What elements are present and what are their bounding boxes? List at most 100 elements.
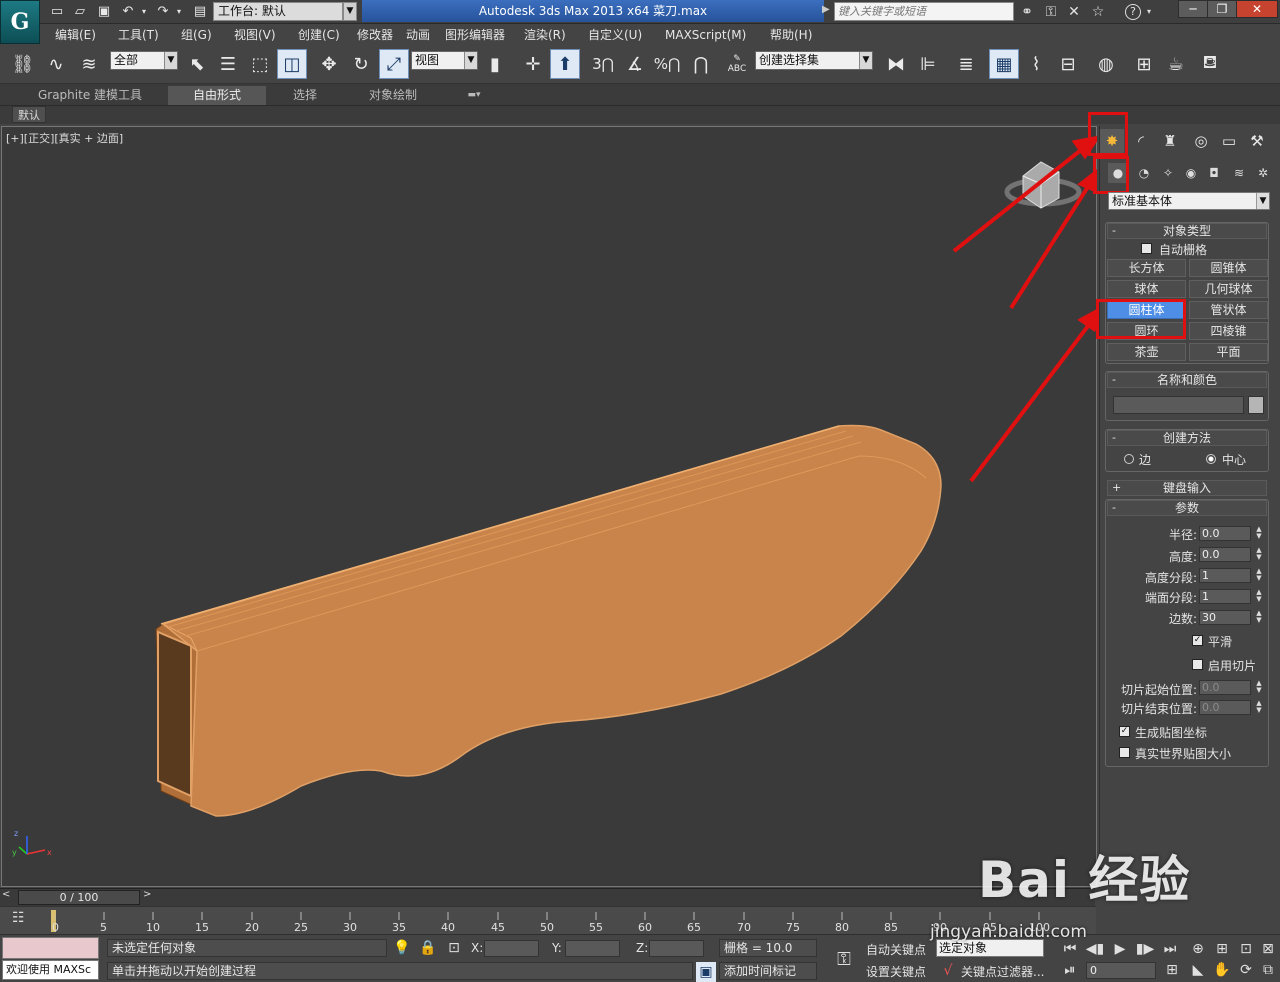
redo-dropdown-icon[interactable]: ▾ bbox=[174, 2, 184, 21]
menu-views[interactable]: 视图(V) bbox=[234, 27, 276, 43]
help-icon[interactable]: ? bbox=[1122, 2, 1144, 21]
select-manipulate-icon[interactable]: ✛ bbox=[518, 49, 548, 79]
auto-key-button[interactable]: 自动关键点 bbox=[866, 941, 926, 958]
pyramid-button[interactable]: 四棱锥 bbox=[1189, 322, 1268, 340]
menu-create[interactable]: 创建(C) bbox=[298, 27, 340, 43]
menu-rendering[interactable]: 渲染(R) bbox=[524, 27, 566, 43]
cone-button[interactable]: 圆锥体 bbox=[1189, 259, 1268, 277]
cameras-icon[interactable]: ◉ bbox=[1181, 163, 1201, 183]
menu-customize[interactable]: 自定义(U) bbox=[588, 27, 642, 43]
select-and-move-icon[interactable]: ✥ bbox=[314, 49, 344, 79]
height-segments-spinner[interactable]: 1 bbox=[1199, 568, 1251, 583]
plane-button[interactable]: 平面 bbox=[1189, 343, 1268, 361]
undo-icon[interactable]: ↶ bbox=[118, 2, 138, 21]
layer-manager-icon[interactable]: ≣ bbox=[951, 49, 981, 79]
key-filters-icon[interactable]: √ bbox=[938, 961, 958, 981]
object-name-input[interactable] bbox=[1113, 396, 1244, 414]
workspace-dropdown[interactable]: 工作台: 默认 bbox=[213, 2, 343, 21]
open-file-icon[interactable]: ▱ bbox=[70, 2, 90, 21]
time-configuration-icon[interactable]: ⊞ bbox=[1162, 960, 1182, 980]
geometry-category-dropdown[interactable]: 标准基本体 ▼ bbox=[1108, 192, 1270, 210]
menu-animation[interactable]: 动画 bbox=[406, 27, 430, 43]
sides-spinner[interactable]: 30 bbox=[1199, 610, 1251, 625]
spinner-snap-icon[interactable]: ⋂ bbox=[686, 49, 716, 79]
height-spinner-arrows[interactable]: ▲ ▼ bbox=[1254, 547, 1264, 562]
lock-selection-icon[interactable]: 🔒 bbox=[418, 938, 438, 958]
app-logo-button[interactable]: G bbox=[0, 0, 40, 44]
menu-help[interactable]: 帮助(H) bbox=[770, 27, 812, 43]
name-color-header[interactable]: - 名称和颜色 bbox=[1107, 372, 1267, 388]
edit-named-selection-icon[interactable]: ✎ ABC bbox=[722, 49, 752, 79]
rendered-frame-window-icon[interactable]: ☕ bbox=[1161, 49, 1191, 79]
key-mode-toggle-icon[interactable]: ⏯ bbox=[1060, 960, 1080, 980]
maxscript-listener-input[interactable] bbox=[2, 937, 99, 959]
select-and-link-icon[interactable]: ⛓ bbox=[8, 49, 38, 79]
field-of-view-icon[interactable]: ◣ bbox=[1188, 960, 1208, 980]
maximize-button[interactable]: ❐ bbox=[1207, 0, 1237, 18]
time-tag-icon[interactable]: ▣ bbox=[696, 962, 716, 982]
cap-segments-spinner[interactable]: 1 bbox=[1199, 589, 1251, 604]
ribbon-default-button[interactable]: 默认 bbox=[12, 106, 46, 123]
utilities-tab-icon[interactable]: ⚒ bbox=[1245, 129, 1269, 153]
tab-freeform[interactable]: 自由形式 bbox=[168, 86, 266, 105]
tab-graphite-modeling[interactable]: Graphite 建模工具 bbox=[24, 86, 156, 105]
tab-object-paint[interactable]: 对象绘制 bbox=[355, 86, 431, 105]
orbit-icon[interactable]: ⟳ bbox=[1236, 960, 1256, 980]
snaps-toggle-icon[interactable]: 3 ⋂ bbox=[588, 49, 618, 79]
key-filters-button[interactable]: 关键点过滤器... bbox=[961, 963, 1044, 980]
zoom-all-icon[interactable]: ⊞ bbox=[1212, 939, 1232, 959]
next-frame-arrow-icon[interactable]: > bbox=[143, 889, 157, 905]
schematic-view-icon[interactable]: ⊟ bbox=[1053, 49, 1083, 79]
select-by-name-icon[interactable]: ☰ bbox=[213, 49, 243, 79]
selection-filter-dropdown[interactable]: 全部 ▼ bbox=[110, 51, 178, 70]
shapes-icon[interactable]: ◔ bbox=[1134, 163, 1154, 183]
generate-mapping-checkbox[interactable]: ✓ bbox=[1119, 726, 1130, 737]
menu-modifiers[interactable]: 修改器 bbox=[357, 27, 393, 43]
absolute-transform-icon[interactable]: ⊡ bbox=[444, 938, 464, 958]
binoculars-icon[interactable]: ⚭ bbox=[1016, 2, 1038, 21]
menu-maxscript[interactable]: MAXScript(M) bbox=[665, 27, 746, 43]
material-editor-icon[interactable]: ◍ bbox=[1091, 49, 1121, 79]
undo-dropdown-icon[interactable]: ▾ bbox=[139, 2, 149, 21]
key-icon[interactable]: ⚿ bbox=[1040, 2, 1062, 21]
menu-edit[interactable]: 编辑(E) bbox=[55, 27, 96, 43]
search-input[interactable]: 键入关键字或短语 bbox=[834, 2, 1014, 21]
radius-spinner[interactable]: 0.0 bbox=[1199, 526, 1251, 541]
search-expand-icon[interactable]: ▶ bbox=[822, 4, 832, 18]
object-color-swatch[interactable] bbox=[1248, 396, 1264, 414]
named-selection-dropdown[interactable]: 创建选择集 ▼ bbox=[755, 51, 873, 70]
x-coord-field[interactable] bbox=[484, 940, 539, 957]
select-and-rotate-icon[interactable]: ↻ bbox=[346, 49, 376, 79]
tube-button[interactable]: 管状体 bbox=[1189, 301, 1268, 319]
height-segments-spinner-arrows[interactable]: ▲ ▼ bbox=[1254, 568, 1264, 583]
y-coord-field[interactable] bbox=[565, 940, 620, 957]
angle-snap-icon[interactable]: ∡ bbox=[620, 49, 650, 79]
maximize-viewport-icon[interactable]: ⧉ bbox=[1258, 960, 1278, 980]
unlink-icon[interactable]: ∿ bbox=[41, 49, 71, 79]
previous-frame-icon[interactable]: ◀▮ bbox=[1085, 939, 1105, 959]
graphite-ribbon-icon[interactable]: ▦ bbox=[989, 49, 1019, 79]
align-icon[interactable]: ⊫ bbox=[913, 49, 943, 79]
motion-tab-icon[interactable]: ◎ bbox=[1189, 129, 1213, 153]
help-dropdown-icon[interactable]: ▾ bbox=[1144, 2, 1154, 21]
modify-tab-icon[interactable]: ◜ bbox=[1129, 129, 1153, 153]
height-spinner[interactable]: 0.0 bbox=[1199, 547, 1251, 562]
chevron-down-icon[interactable]: ▼ bbox=[343, 2, 357, 21]
minimize-button[interactable]: ─ bbox=[1178, 0, 1208, 18]
menu-tools[interactable]: 工具(T) bbox=[118, 27, 159, 43]
creation-method-header[interactable]: - 创建方法 bbox=[1107, 430, 1267, 446]
maxscript-welcome[interactable]: 欢迎使用 MAXSc bbox=[2, 960, 99, 980]
cap-segments-spinner-arrows[interactable]: ▲ ▼ bbox=[1254, 589, 1264, 604]
set-key-button[interactable]: 设置关键点 bbox=[866, 963, 926, 980]
slice-to-spinner[interactable]: 0.0 bbox=[1199, 700, 1251, 715]
slice-on-checkbox[interactable] bbox=[1192, 659, 1203, 670]
menu-graph-editors[interactable]: 图形编辑器 bbox=[445, 27, 505, 43]
render-setup-icon[interactable]: ⊞ bbox=[1129, 49, 1159, 79]
slice-from-spinner-arrows[interactable]: ▲ ▼ bbox=[1254, 680, 1264, 695]
smooth-checkbox[interactable]: ✓ bbox=[1192, 635, 1203, 646]
select-object-icon[interactable]: ⬉ bbox=[182, 49, 212, 79]
pivot-center-icon[interactable]: ▮ bbox=[480, 49, 510, 79]
sphere-button[interactable]: 球体 bbox=[1107, 280, 1186, 298]
bind-space-warp-icon[interactable]: ≋ bbox=[74, 49, 104, 79]
ribbon-options-icon[interactable]: ▬▾ bbox=[462, 86, 486, 105]
